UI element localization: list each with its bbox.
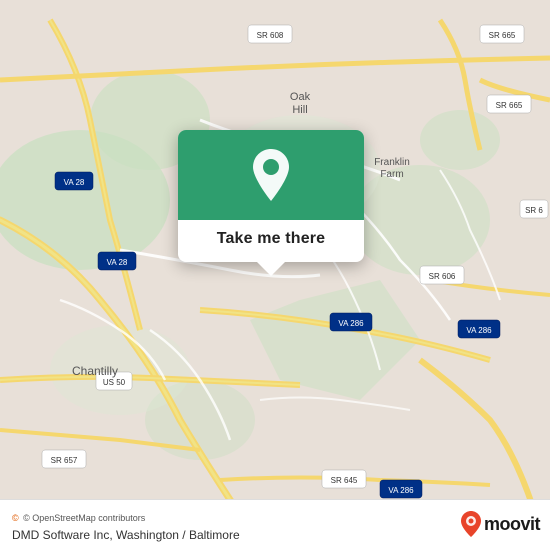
svg-text:VA 28: VA 28: [64, 178, 85, 187]
moovit-logo: moovit: [460, 510, 540, 538]
svg-text:SR 6: SR 6: [525, 206, 543, 215]
popup-label-area[interactable]: Take me there: [178, 220, 364, 262]
svg-text:Oak: Oak: [290, 91, 311, 103]
svg-text:VA 286: VA 286: [338, 319, 364, 328]
moovit-pin-icon: [460, 510, 482, 538]
svg-text:SR 606: SR 606: [429, 272, 456, 281]
location-pin-icon: [249, 147, 293, 203]
svg-text:Hill: Hill: [292, 104, 307, 116]
svg-text:SR 608: SR 608: [257, 31, 284, 40]
svg-text:SR 665: SR 665: [489, 31, 516, 40]
svg-text:Farm: Farm: [380, 169, 403, 180]
svg-text:US 50: US 50: [103, 378, 126, 387]
take-me-there-button[interactable]: Take me there: [217, 230, 326, 247]
popup-header: [178, 130, 364, 220]
svg-text:Franklin: Franklin: [374, 157, 410, 168]
bottom-bar: © © OpenStreetMap contributors DMD Softw…: [0, 499, 550, 550]
svg-text:SR 645: SR 645: [331, 476, 358, 485]
osm-credit-text: © OpenStreetMap contributors: [23, 513, 145, 523]
moovit-text: moovit: [484, 514, 540, 535]
svg-text:SR 665: SR 665: [496, 101, 523, 110]
svg-text:VA 286: VA 286: [466, 326, 492, 335]
svg-text:VA 286: VA 286: [388, 486, 414, 495]
popup-card[interactable]: Take me there: [178, 130, 364, 262]
svg-text:Chantilly: Chantilly: [72, 364, 118, 378]
svg-text:VA 28: VA 28: [107, 258, 128, 267]
svg-text:SR 657: SR 657: [51, 456, 78, 465]
map-container: SR 608 SR 665 SR 665 VA 28 VA 28 VA 286 …: [0, 0, 550, 550]
